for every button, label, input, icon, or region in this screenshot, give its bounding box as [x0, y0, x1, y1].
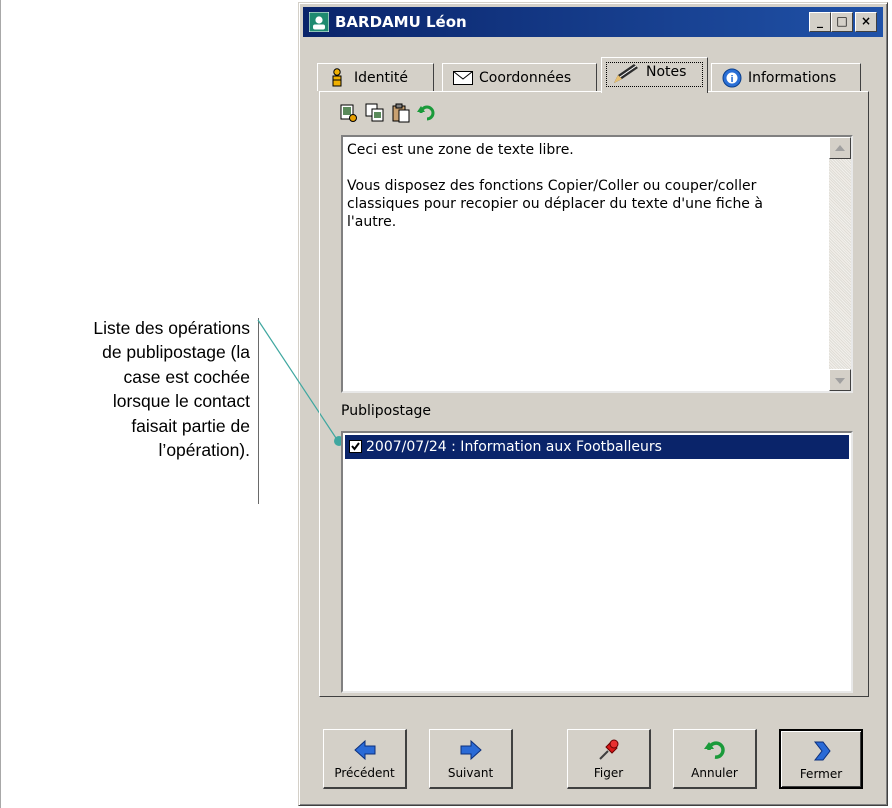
publipostage-checkbox[interactable] — [349, 440, 362, 453]
tab-notes[interactable]: Notes — [601, 57, 708, 93]
checkmark-icon — [351, 442, 360, 451]
arrow-down-icon — [835, 378, 845, 384]
notes-line: Vous disposez des fonctions Copier/Colle… — [347, 178, 763, 230]
undo-icon[interactable] — [417, 103, 437, 123]
pencil-icon — [614, 64, 638, 83]
cut-icon[interactable] — [339, 103, 359, 123]
notes-scrollbar[interactable] — [829, 137, 851, 391]
notes-content: Ceci est une zone de texte libre. Vous d… — [347, 141, 815, 249]
scroll-up-button[interactable] — [829, 137, 851, 159]
scroll-down-button[interactable] — [829, 369, 851, 391]
publipostage-list[interactable]: 2007/07/24 : Information aux Footballeur… — [341, 431, 853, 693]
arrow-up-icon — [835, 145, 845, 151]
paste-icon[interactable] — [391, 103, 411, 123]
contact-window: BARDAMU Léon _ □ × Identité Coordonnées … — [298, 2, 888, 806]
notes-line: Ceci est une zone de texte libre. — [347, 142, 574, 158]
notes-textarea[interactable]: Ceci est une zone de texte libre. Vous d… — [341, 135, 853, 393]
publipostage-label: Publipostage — [341, 403, 432, 419]
copy-icon[interactable] — [365, 103, 385, 123]
tab-notes-label: Notes — [646, 64, 687, 80]
list-item-label: 2007/07/24 : Information aux Footballeur… — [366, 439, 662, 455]
list-item[interactable]: 2007/07/24 : Information aux Footballeur… — [345, 435, 849, 459]
